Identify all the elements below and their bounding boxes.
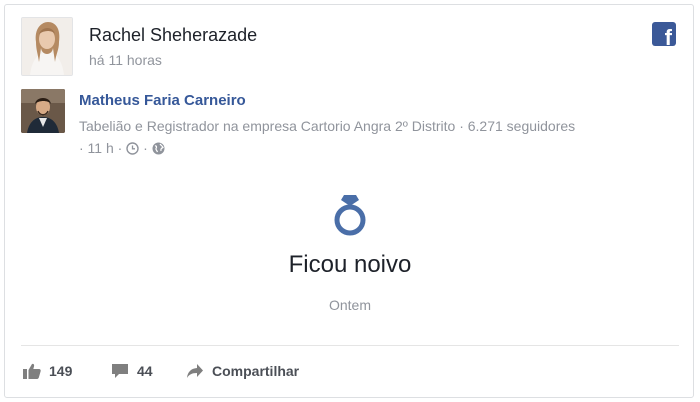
life-event-title: Ficou noivo [288, 251, 412, 278]
author-name[interactable]: Rachel Sheherazade [89, 25, 257, 46]
author-avatar[interactable] [21, 17, 73, 76]
shared-profile-description: Tabelião e Registrador na empresa Cartor… [79, 118, 576, 134]
shared-profile-name[interactable]: Matheus Faria Carneiro [79, 92, 246, 109]
share-arrow-icon [187, 364, 203, 378]
comment-icon [112, 364, 128, 378]
clock-icon [126, 139, 139, 161]
divider [21, 345, 679, 346]
comment-count: 44 [137, 363, 153, 379]
like-count: 149 [49, 363, 73, 379]
post-timestamp[interactable]: há 11 horas [89, 52, 162, 68]
meta-separator: · [143, 140, 148, 156]
share-button[interactable]: Compartilhar [186, 363, 299, 379]
like-button[interactable]: 149 [23, 363, 72, 379]
shared-profile-avatar[interactable] [21, 89, 65, 133]
life-event-date: Ontem [328, 297, 371, 313]
shared-profile-meta: Tabelião e Registrador na empresa Cartor… [79, 115, 685, 161]
thumbs-up-icon [23, 363, 41, 379]
comment-button[interactable]: 44 [111, 363, 153, 379]
ring-icon [332, 193, 368, 244]
embedded-post-card: Rachel Sheherazade há 11 horas f Matheus… [4, 4, 694, 398]
globe-icon[interactable] [152, 139, 165, 161]
shared-post-time[interactable]: · 11 h · [79, 140, 122, 156]
facebook-logo-icon[interactable]: f [652, 22, 676, 46]
share-label: Compartilhar [212, 363, 300, 379]
